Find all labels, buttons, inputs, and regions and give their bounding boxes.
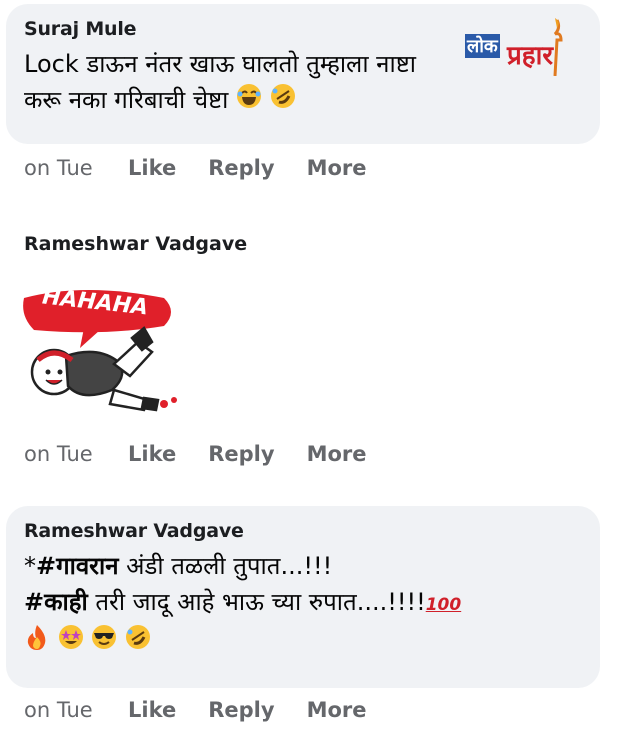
like-button[interactable]: Like: [128, 698, 176, 722]
reply-button[interactable]: Reply: [208, 156, 274, 180]
emoji-row: [24, 623, 582, 661]
comment-actions: on Tue Like Reply More: [24, 442, 399, 466]
star-struck-icon: [58, 624, 84, 660]
comment-text: करू नका गरिबाची चेष्टा: [24, 86, 229, 114]
sunglasses-face-icon: [91, 624, 117, 660]
laughing-face-icon: [236, 83, 262, 119]
more-button[interactable]: More: [307, 698, 367, 722]
comment-text: तरी जादू आहे भाऊ च्या रुपात....!!!!: [87, 588, 426, 616]
comment-timestamp[interactable]: on Tue: [24, 156, 128, 180]
watermark-text: लोक: [465, 34, 500, 58]
like-button[interactable]: Like: [128, 442, 176, 466]
watermark-text: प्रहार: [507, 41, 553, 71]
comment-text-line: #काही तरी जादू आहे भाऊ च्या रुपात....!!!…: [24, 584, 582, 623]
reply-button[interactable]: Reply: [208, 698, 274, 722]
fire-icon: [24, 623, 50, 661]
hundred-points-icon: 100: [425, 595, 462, 615]
comment-timestamp[interactable]: on Tue: [24, 442, 128, 466]
comment-text-line: करू नका गरिबाची चेष्टा: [24, 82, 582, 119]
rolling-laughing-face-icon: [270, 83, 296, 119]
watermark-logo: लोक प्रहार: [459, 16, 579, 77]
comment-author[interactable]: Rameshwar Vadgave: [24, 520, 582, 542]
comment-author[interactable]: Rameshwar Vadgave: [24, 233, 247, 255]
rolling-laughing-face-icon: [125, 624, 151, 660]
comment-text: अंडी तळली तुपात...!!!: [118, 552, 333, 580]
comment-text: *: [24, 552, 36, 580]
comment-text-line: *#गावरान अंडी तळली तुपात...!!!: [24, 548, 582, 584]
more-button[interactable]: More: [307, 156, 367, 180]
more-button[interactable]: More: [307, 442, 367, 466]
hashtag-link[interactable]: #गावरान: [36, 552, 119, 580]
sticker-image: HAHAHA: [14, 272, 194, 422]
comment-actions: on Tue Like Reply More: [24, 156, 399, 180]
comment-actions: on Tue Like Reply More: [24, 698, 399, 722]
like-button[interactable]: Like: [128, 156, 176, 180]
hashtag-link[interactable]: #काही: [24, 588, 88, 616]
comment-bubble: Rameshwar Vadgave *#गावरान अंडी तळली तुप…: [6, 506, 600, 688]
reply-button[interactable]: Reply: [208, 442, 274, 466]
comment-timestamp[interactable]: on Tue: [24, 698, 128, 722]
